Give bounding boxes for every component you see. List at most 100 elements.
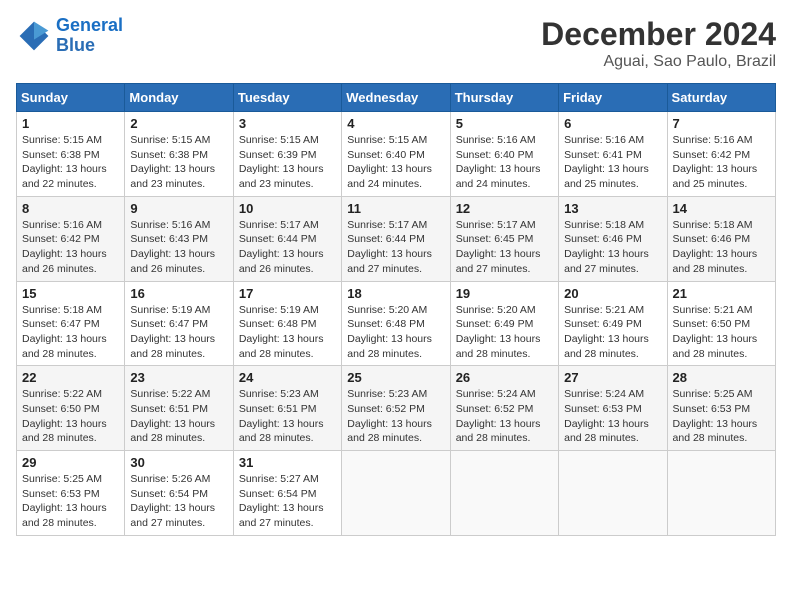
day-number: 24 — [239, 370, 336, 385]
day-info: Sunrise: 5:22 AM Sunset: 6:51 PM Dayligh… — [130, 387, 227, 446]
day-number: 17 — [239, 286, 336, 301]
calendar-cell: 27 Sunrise: 5:24 AM Sunset: 6:53 PM Dayli… — [559, 366, 667, 451]
calendar-cell: 20 Sunrise: 5:21 AM Sunset: 6:49 PM Dayli… — [559, 281, 667, 366]
calendar-cell: 6Sunrise: 5:16 AM Sunset: 6:41 PM Daylig… — [559, 112, 667, 197]
page-subtitle: Aguai, Sao Paulo, Brazil — [541, 53, 776, 71]
calendar-cell: 18 Sunrise: 5:20 AM Sunset: 6:48 PM Dayli… — [342, 281, 450, 366]
calendar-cell: 31Sunrise: 5:27 AM Sunset: 6:54 PM Dayli… — [233, 451, 341, 536]
day-number: 21 — [673, 286, 770, 301]
day-info: Sunrise: 5:20 AM Sunset: 6:48 PM Dayligh… — [347, 303, 444, 362]
calendar-week-3: 15 Sunrise: 5:18 AM Sunset: 6:47 PM Dayli… — [17, 281, 776, 366]
calendar-cell — [342, 451, 450, 536]
calendar-cell: 3 Sunrise: 5:15 AM Sunset: 6:39 PM Daylig… — [233, 112, 341, 197]
day-number: 3 — [239, 116, 336, 131]
day-info: Sunrise: 5:16 AM Sunset: 6:42 PM Dayligh… — [22, 218, 119, 277]
day-info: Sunrise: 5:19 AM Sunset: 6:47 PM Dayligh… — [130, 303, 227, 362]
day-number: 5 — [456, 116, 553, 131]
calendar-cell: 14Sunrise: 5:18 AM Sunset: 6:46 PM Dayli… — [667, 196, 775, 281]
logo-text: General Blue — [56, 16, 123, 56]
weekday-header-monday: Monday — [125, 84, 233, 112]
calendar-cell: 16Sunrise: 5:19 AM Sunset: 6:47 PM Dayli… — [125, 281, 233, 366]
calendar-cell: 7Sunrise: 5:16 AM Sunset: 6:42 PM Daylig… — [667, 112, 775, 197]
day-number: 2 — [130, 116, 227, 131]
weekday-header-sunday: Sunday — [17, 84, 125, 112]
calendar-cell: 13Sunrise: 5:18 AM Sunset: 6:46 PM Dayli… — [559, 196, 667, 281]
day-number: 6 — [564, 116, 661, 131]
day-number: 27 — [564, 370, 661, 385]
weekday-header-tuesday: Tuesday — [233, 84, 341, 112]
calendar-cell: 9Sunrise: 5:16 AM Sunset: 6:43 PM Daylig… — [125, 196, 233, 281]
calendar-cell: 17 Sunrise: 5:19 AM Sunset: 6:48 PM Dayli… — [233, 281, 341, 366]
calendar-cell: 28 Sunrise: 5:25 AM Sunset: 6:53 PM Dayli… — [667, 366, 775, 451]
day-number: 30 — [130, 455, 227, 470]
day-number: 26 — [456, 370, 553, 385]
calendar-cell: 25 Sunrise: 5:23 AM Sunset: 6:52 PM Dayli… — [342, 366, 450, 451]
calendar-cell: 21 Sunrise: 5:21 AM Sunset: 6:50 PM Dayli… — [667, 281, 775, 366]
title-block: December 2024 Aguai, Sao Paulo, Brazil — [541, 16, 776, 71]
day-info: Sunrise: 5:16 AM Sunset: 6:40 PM Dayligh… — [456, 133, 553, 192]
day-info: Sunrise: 5:23 AM Sunset: 6:52 PM Dayligh… — [347, 387, 444, 446]
weekday-header-friday: Friday — [559, 84, 667, 112]
calendar-cell — [450, 451, 558, 536]
day-number: 25 — [347, 370, 444, 385]
calendar-cell: 30 Sunrise: 5:26 AM Sunset: 6:54 PM Dayli… — [125, 451, 233, 536]
day-info: Sunrise: 5:25 AM Sunset: 6:53 PM Dayligh… — [673, 387, 770, 446]
calendar-cell: 22 Sunrise: 5:22 AM Sunset: 6:50 PM Dayli… — [17, 366, 125, 451]
day-info: Sunrise: 5:17 AM Sunset: 6:44 PM Dayligh… — [347, 218, 444, 277]
calendar-cell: 19 Sunrise: 5:20 AM Sunset: 6:49 PM Dayli… — [450, 281, 558, 366]
calendar-week-5: 29 Sunrise: 5:25 AM Sunset: 6:53 PM Dayli… — [17, 451, 776, 536]
calendar-cell: 10 Sunrise: 5:17 AM Sunset: 6:44 PM Dayli… — [233, 196, 341, 281]
day-number: 29 — [22, 455, 119, 470]
day-number: 23 — [130, 370, 227, 385]
day-info: Sunrise: 5:22 AM Sunset: 6:50 PM Dayligh… — [22, 387, 119, 446]
day-info: Sunrise: 5:15 AM Sunset: 6:38 PM Dayligh… — [22, 133, 119, 192]
calendar-table: SundayMondayTuesdayWednesdayThursdayFrid… — [16, 83, 776, 536]
calendar-week-1: 1Sunrise: 5:15 AM Sunset: 6:38 PM Daylig… — [17, 112, 776, 197]
day-number: 20 — [564, 286, 661, 301]
day-number: 13 — [564, 201, 661, 216]
calendar-cell: 8 Sunrise: 5:16 AM Sunset: 6:42 PM Daylig… — [17, 196, 125, 281]
day-info: Sunrise: 5:17 AM Sunset: 6:44 PM Dayligh… — [239, 218, 336, 277]
day-number: 18 — [347, 286, 444, 301]
day-number: 12 — [456, 201, 553, 216]
day-info: Sunrise: 5:18 AM Sunset: 6:47 PM Dayligh… — [22, 303, 119, 362]
day-info: Sunrise: 5:21 AM Sunset: 6:49 PM Dayligh… — [564, 303, 661, 362]
day-number: 15 — [22, 286, 119, 301]
day-info: Sunrise: 5:25 AM Sunset: 6:53 PM Dayligh… — [22, 472, 119, 531]
day-number: 10 — [239, 201, 336, 216]
day-number: 19 — [456, 286, 553, 301]
calendar-cell: 29 Sunrise: 5:25 AM Sunset: 6:53 PM Dayli… — [17, 451, 125, 536]
day-number: 8 — [22, 201, 119, 216]
day-number: 11 — [347, 201, 444, 216]
calendar-cell: 26 Sunrise: 5:24 AM Sunset: 6:52 PM Dayli… — [450, 366, 558, 451]
calendar-cell: 12Sunrise: 5:17 AM Sunset: 6:45 PM Dayli… — [450, 196, 558, 281]
calendar-cell: 5 Sunrise: 5:16 AM Sunset: 6:40 PM Daylig… — [450, 112, 558, 197]
day-number: 31 — [239, 455, 336, 470]
day-info: Sunrise: 5:26 AM Sunset: 6:54 PM Dayligh… — [130, 472, 227, 531]
calendar-cell: 15 Sunrise: 5:18 AM Sunset: 6:47 PM Dayli… — [17, 281, 125, 366]
day-info: Sunrise: 5:24 AM Sunset: 6:52 PM Dayligh… — [456, 387, 553, 446]
day-number: 7 — [673, 116, 770, 131]
day-info: Sunrise: 5:21 AM Sunset: 6:50 PM Dayligh… — [673, 303, 770, 362]
logo: General Blue — [16, 16, 123, 56]
day-number: 22 — [22, 370, 119, 385]
calendar-cell: 4 Sunrise: 5:15 AM Sunset: 6:40 PM Daylig… — [342, 112, 450, 197]
day-info: Sunrise: 5:20 AM Sunset: 6:49 PM Dayligh… — [456, 303, 553, 362]
day-number: 4 — [347, 116, 444, 131]
page-title: December 2024 — [541, 16, 776, 53]
calendar-body: 1Sunrise: 5:15 AM Sunset: 6:38 PM Daylig… — [17, 112, 776, 536]
day-number: 14 — [673, 201, 770, 216]
day-number: 28 — [673, 370, 770, 385]
calendar-cell: 1Sunrise: 5:15 AM Sunset: 6:38 PM Daylig… — [17, 112, 125, 197]
day-number: 9 — [130, 201, 227, 216]
calendar-header: SundayMondayTuesdayWednesdayThursdayFrid… — [17, 84, 776, 112]
day-info: Sunrise: 5:19 AM Sunset: 6:48 PM Dayligh… — [239, 303, 336, 362]
day-info: Sunrise: 5:15 AM Sunset: 6:39 PM Dayligh… — [239, 133, 336, 192]
day-info: Sunrise: 5:15 AM Sunset: 6:40 PM Dayligh… — [347, 133, 444, 192]
calendar-week-2: 8 Sunrise: 5:16 AM Sunset: 6:42 PM Daylig… — [17, 196, 776, 281]
logo-icon — [16, 18, 52, 54]
calendar-cell: 11 Sunrise: 5:17 AM Sunset: 6:44 PM Dayli… — [342, 196, 450, 281]
calendar-cell — [667, 451, 775, 536]
weekday-header-wednesday: Wednesday — [342, 84, 450, 112]
day-info: Sunrise: 5:24 AM Sunset: 6:53 PM Dayligh… — [564, 387, 661, 446]
